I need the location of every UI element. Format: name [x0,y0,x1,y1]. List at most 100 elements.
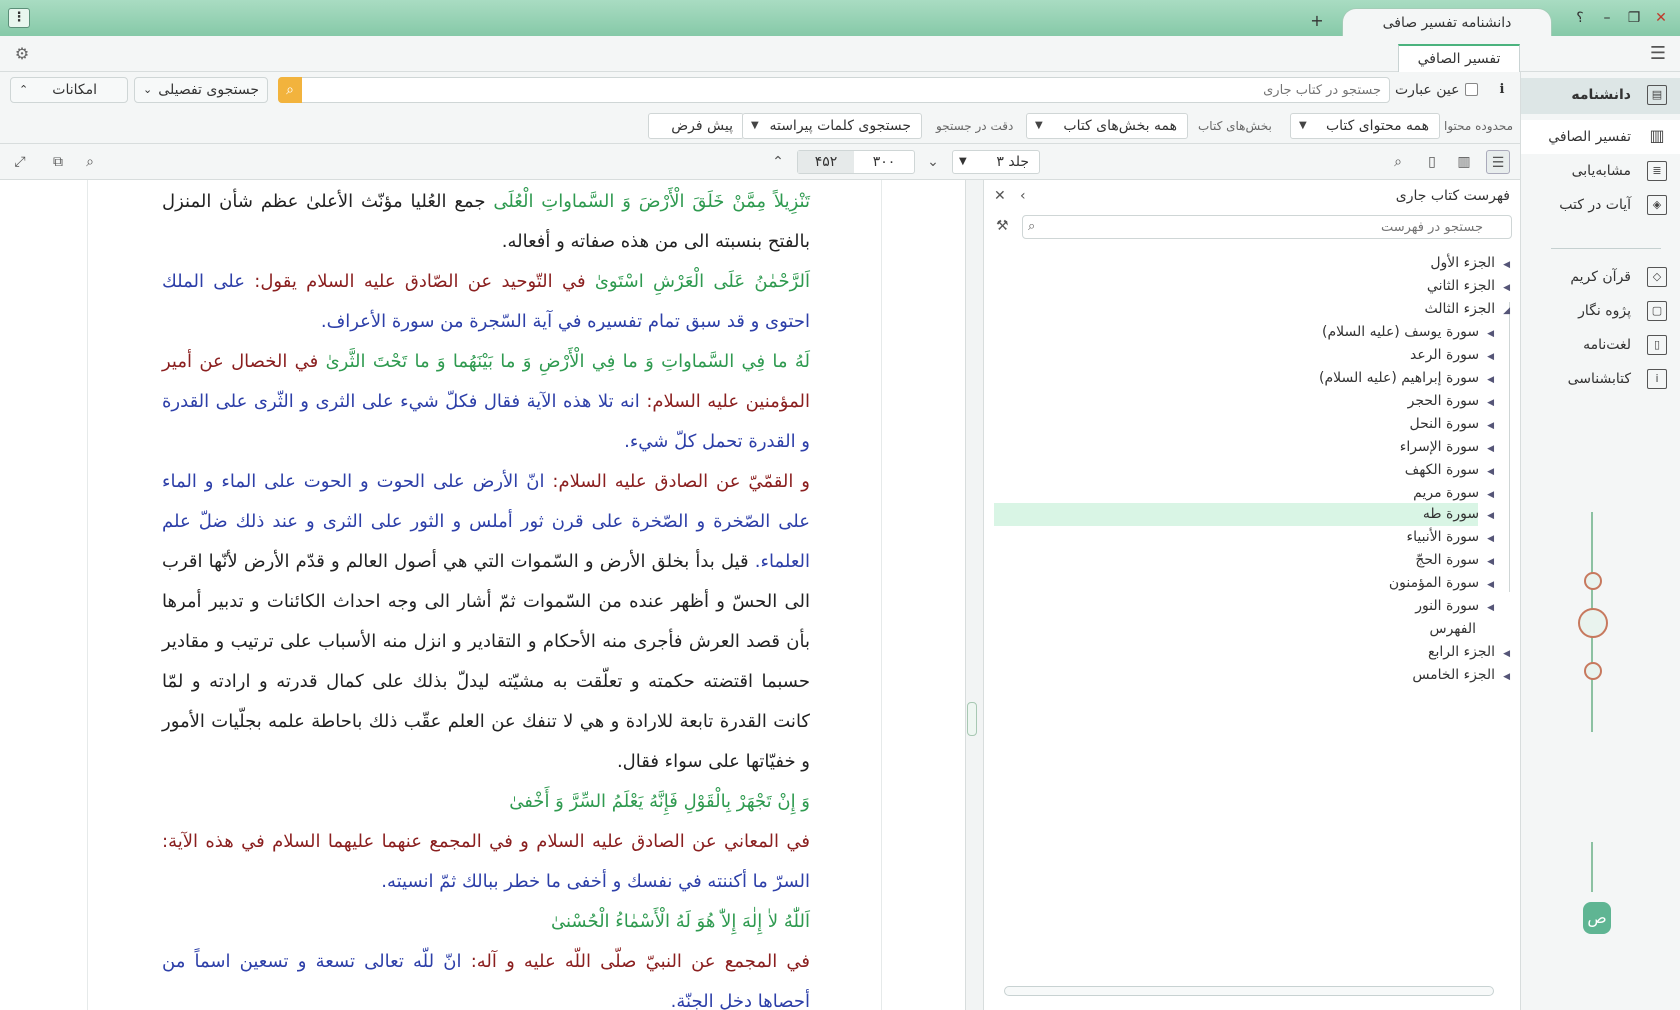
detailed-search-button[interactable]: ⌄ جستجوی تفصیلی [134,77,268,103]
search-icon[interactable]: ⌕ [1386,150,1410,174]
tree-item[interactable]: ◢ الجزء الثالث [1424,298,1510,321]
caret-left-icon: ◀ [1487,490,1494,500]
default-button[interactable]: پیش فرض [648,113,744,139]
tree-item-selected[interactable]: ◀ سورة طه [1423,503,1494,526]
tree-item[interactable]: ◀ سورة مريم [1413,482,1494,505]
page-up-icon[interactable]: ⌃ [766,150,790,174]
hadith-source: في المجمع عن النبيّ صلّى اللّه عليه و آل… [470,951,810,972]
search-icon: ⌕ [1028,219,1036,234]
sidebar-item-encyclopedia[interactable]: ▤ دانشنامه [1521,78,1680,114]
expand-icon[interactable]: ⤢ [8,150,32,174]
search-row: ⌃ امکانات ⌄ جستجوی تفصیلی ⌕ عین عبارت i [0,72,1520,108]
tree-item[interactable]: ◀ سورة المؤمنون [1389,572,1494,595]
right-margin [881,180,947,1010]
sidebar-item-label: کتابشناسی [1567,371,1631,387]
current-page-input[interactable]: ۳۰۰ [854,151,914,173]
caret-down-icon: ▼ [1035,120,1043,131]
exact-phrase-checkbox[interactable] [1465,83,1478,96]
bookmark-icon[interactable]: ▯ [1420,150,1444,174]
tree-item[interactable]: ◀ سورة النور [1415,595,1494,618]
tree-item[interactable]: ◀ سورة الأنبياء [1407,526,1495,549]
chevron-left-icon[interactable]: ‹ [1020,188,1026,204]
tree-item-label: سورة الأنبياء [1406,529,1480,545]
list-icon[interactable]: ☰ [1486,150,1510,174]
tree-item-label: سورة طه [1422,506,1480,522]
info-icon[interactable]: i [1494,80,1510,100]
caret-left-icon: ◀ [1487,580,1494,590]
sections-value: همه بخش‌های کتاب [1063,118,1177,134]
default-button-label: پیش فرض [671,118,733,134]
tree-item[interactable]: ◀ سورة الحجّ [1415,549,1494,572]
help-icon[interactable]: ؟ [1570,8,1590,28]
tree-item[interactable]: ◀ سورة الكهف [1405,459,1494,482]
volume-dropdown[interactable]: ▼ جلد ۳ [952,150,1040,174]
sections-dropdown[interactable]: ▼ همه بخش‌های کتاب [1026,113,1188,139]
tree-item[interactable]: ◀ سورة يوسف (عليه السلام) [1322,321,1494,344]
sidebar-item-similarity[interactable]: ≣ مشابه‌یابی [1521,154,1680,188]
index-horizontal-scrollbar[interactable] [1004,986,1494,996]
caret-down-icon: ▼ [1299,120,1307,131]
search-input[interactable] [278,77,1390,103]
sidebar-item-pajoohnegar[interactable]: ▢ پژوه نگار [1521,294,1680,328]
close-button[interactable]: ✕ [1651,8,1671,28]
caret-left-icon: ◀ [1487,398,1494,408]
quran-verse: اَلرَّحْمٰنُ عَلَى الْعَرْشِ اسْتَوىٰ [594,271,810,292]
tree-item[interactable]: ◀ سورة الرعد [1410,344,1494,367]
sidebar-item-dictionary[interactable]: ▯ لغت‌نامه [1521,328,1680,362]
search-icon[interactable]: ⌕ [278,77,302,103]
sidebar-item-bibliography[interactable]: i کتابشناسی [1521,362,1680,396]
paragraph: اَلرَّحْمٰنُ عَلَى الْعَرْشِ اسْتَوىٰ في… [162,262,810,342]
features-button[interactable]: ⌃ امکانات [10,77,128,103]
search-icon[interactable]: ⌕ [78,150,102,174]
decorative-ornament [1591,842,1601,892]
sidebar-item-verses-in-books[interactable]: ◈ آیات در کتب [1521,188,1680,222]
sidebar-item-tafsir-safi[interactable]: ▥ تفسير الصافي [1521,120,1680,154]
sidebar-item-label: لغت‌نامه [1583,337,1631,353]
minimize-button[interactable]: – [1597,8,1617,28]
tree-item[interactable]: ◀ سورة النحل [1410,413,1494,436]
app-menu-button[interactable]: ⋮ [8,8,30,28]
sidebar-item-quran[interactable]: ◇ قرآن کریم [1521,260,1680,294]
scrollbar-thumb[interactable] [967,702,977,736]
columns-icon[interactable]: ⧉ [46,150,70,174]
page-down-icon[interactable]: ⌄ [921,150,945,174]
scope-dropdown[interactable]: ▼ همه محتوای کتاب [1290,113,1440,139]
index-title: فهرست کتاب جاری [1395,188,1510,204]
tree-item-label: سورة المؤمنون [1388,575,1480,591]
tree-item[interactable]: ◀ الجزء الخامس [1412,664,1510,687]
tab-tafsir-safi[interactable]: تفسير الصافي [1398,44,1520,72]
tree-item[interactable]: ◀ سورة إبراهيم (عليه السلام) [1319,367,1494,390]
index-search-input[interactable] [1022,215,1512,239]
tree-item[interactable]: الفهرس [1429,618,1476,641]
ornament-dot [1584,572,1602,590]
library-icon: ▤ [1647,85,1667,105]
wrench-icon[interactable]: ⚒ [996,218,1009,234]
close-icon[interactable]: ✕ [994,188,1006,204]
tree-item[interactable]: ◀ سورة الإسراء [1400,436,1494,459]
caret-left-icon: ◀ [1487,511,1494,521]
content-scrollbar[interactable] [965,180,983,1010]
precision-dropdown[interactable]: ▼ جستجوی کلمات پیراسته [742,113,922,139]
new-tab-button[interactable]: + [1308,12,1326,30]
volume-value: جلد ۳ [996,154,1029,170]
sidebar-item-label: قرآن کریم [1570,269,1631,285]
book-icon[interactable]: ▥ [1452,150,1476,174]
tree-item-label: سورة إبراهيم (عليه السلام) [1319,370,1480,386]
gear-icon[interactable]: ⚙ [12,44,32,64]
tree-item[interactable]: ◀ الجزء الرابع [1428,641,1510,664]
app-tab[interactable]: دانشنامه تفسیر صافی [1342,8,1552,36]
precision-value: جستجوی کلمات پیراسته [769,118,911,134]
sections-label: بخش‌های کتاب [1198,119,1272,133]
tree-item[interactable]: ◀ سورة الحجر [1408,390,1494,413]
tree-item-label: الجزء الثالث [1424,301,1496,317]
notebook-icon: ▢ [1647,301,1667,321]
hadith-source: في التّوحيد عن الصّادق عليه السلام يقول: [254,271,595,292]
hamburger-menu-icon[interactable]: ☰ [1646,44,1670,64]
books-icon: ▥ [1649,126,1665,145]
caret-left-icon: ◀ [1487,375,1494,385]
tree-item[interactable]: ◀ الجزء الأول [1430,252,1510,275]
paragraph: وَ إِنْ تَجْهَرْ بِالْقَوْلِ فَإِنَّهُ ي… [162,782,810,822]
app-logo-icon: ص [1583,902,1611,934]
restore-button[interactable]: ❐ [1624,8,1644,28]
tree-item[interactable]: ◀ الجزء الثاني [1427,275,1510,298]
